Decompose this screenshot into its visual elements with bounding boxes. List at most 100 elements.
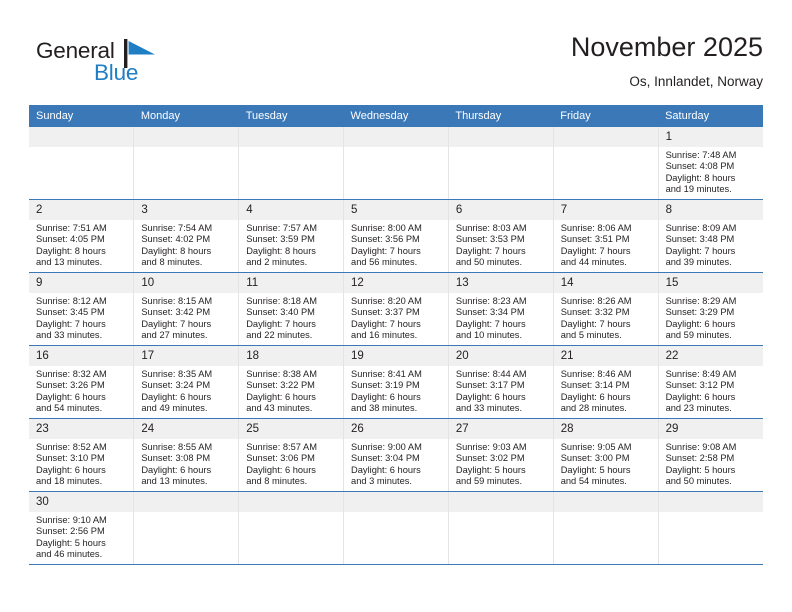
day-details: Sunrise: 8:57 AM Sunset: 3:06 PM Daylight:… bbox=[239, 439, 343, 488]
day-details: Sunrise: 8:35 AM Sunset: 3:24 PM Daylight:… bbox=[134, 366, 238, 415]
day-cell-24[interactable]: 24 Sunrise: 8:55 AM Sunset: 3:08 PM Dayligh… bbox=[133, 418, 239, 492]
day-cell-26[interactable]: 26 Sunrise: 9:00 AM Sunset: 3:04 PM Dayligh… bbox=[343, 418, 449, 492]
day-detail-line: Daylight: 6 hours bbox=[246, 464, 316, 475]
weekday-header-thursday: Thursday bbox=[448, 105, 554, 127]
day-cell-2[interactable]: 2 Sunrise: 7:51 AM Sunset: 4:05 PM Daylight… bbox=[29, 199, 134, 273]
day-detail-line: and 22 minutes. bbox=[246, 330, 313, 341]
day-detail-line: Sunrise: 7:48 AM bbox=[665, 150, 737, 160]
day-details: Sunrise: 8:09 AM Sunset: 3:48 PM Daylight:… bbox=[659, 220, 763, 269]
weekday-header-row: Sunday Monday Tuesday Wednesday Thursday Frid… bbox=[29, 105, 763, 127]
day-details: Sunrise: 8:12 AM Sunset: 3:45 PM Daylight:… bbox=[29, 293, 133, 342]
day-details: Sunrise: 9:00 AM Sunset: 3:04 PM Daylight:… bbox=[344, 439, 448, 488]
day-cell-20[interactable]: 20 Sunrise: 8:44 AM Sunset: 3:17 PM Dayligh… bbox=[447, 345, 554, 419]
day-cell-23[interactable]: 23 Sunrise: 8:52 AM Sunset: 3:10 PM Dayligh… bbox=[29, 418, 134, 492]
day-detail-line: and 3 minutes. bbox=[351, 476, 413, 487]
day-cell-7[interactable]: 7 Sunrise: 8:06 AM Sunset: 3:51 PM Daylight… bbox=[552, 199, 659, 273]
day-details: Sunrise: 8:32 AM Sunset: 3:26 PM Daylight:… bbox=[29, 366, 133, 415]
day-detail-line: and 33 minutes. bbox=[36, 330, 103, 341]
brand-name-blue: Blue bbox=[94, 60, 139, 85]
day-cell-15[interactable]: 15 Sunrise: 8:29 AM Sunset: 3:29 PM Dayligh… bbox=[657, 272, 763, 346]
day-cell-27[interactable]: 27 Sunrise: 9:03 AM Sunset: 3:02 PM Dayligh… bbox=[447, 418, 554, 492]
brand-logo[interactable]: General Blue bbox=[36, 38, 216, 94]
day-cell-28[interactable]: 28 Sunrise: 9:05 AM Sunset: 3:00 PM Dayligh… bbox=[552, 418, 659, 492]
day-cell-6[interactable]: 6 Sunrise: 8:03 AM Sunset: 3:53 PM Daylight… bbox=[447, 199, 554, 273]
day-detail-line: Daylight: 7 hours bbox=[665, 245, 736, 256]
day-cell-4[interactable]: 4 Sunrise: 7:57 AM Sunset: 3:59 PM Daylight… bbox=[238, 199, 344, 273]
calendar-week-row: 30 Sunrise: 9:10 AM Sunset: 2:56 PM Dayligh… bbox=[29, 491, 763, 565]
day-cell-22[interactable]: 22 Sunrise: 8:49 AM Sunset: 3:12 PM Dayligh… bbox=[657, 345, 763, 419]
day-details: Sunrise: 7:51 AM Sunset: 4:05 PM Daylight:… bbox=[29, 220, 133, 269]
day-detail-line: Sunrise: 7:57 AM bbox=[246, 223, 317, 233]
day-detail-line: Daylight: 7 hours bbox=[246, 318, 316, 329]
day-cell-11[interactable]: 11 Sunrise: 8:18 AM Sunset: 3:40 PM Dayligh… bbox=[238, 272, 344, 346]
day-cell-19[interactable]: 19 Sunrise: 8:41 AM Sunset: 3:19 PM Dayligh… bbox=[343, 345, 449, 419]
day-detail-line: Sunset: 4:05 PM bbox=[36, 234, 105, 245]
day-cell-25[interactable]: 25 Sunrise: 8:57 AM Sunset: 3:06 PM Dayligh… bbox=[238, 418, 344, 492]
day-number: 18 bbox=[239, 346, 344, 366]
day-detail-line: Sunrise: 8:49 AM bbox=[665, 369, 737, 379]
day-cell-16[interactable]: 16 Sunrise: 8:32 AM Sunset: 3:26 PM Dayligh… bbox=[29, 345, 134, 419]
day-details: Sunrise: 8:06 AM Sunset: 3:51 PM Daylight:… bbox=[554, 220, 658, 269]
day-detail-line: Daylight: 6 hours bbox=[560, 391, 631, 402]
day-cell-empty bbox=[238, 127, 344, 200]
day-details: Sunrise: 8:20 AM Sunset: 3:37 PM Daylight:… bbox=[344, 293, 448, 342]
day-number: 4 bbox=[239, 200, 344, 220]
day-cell-5[interactable]: 5 Sunrise: 8:00 AM Sunset: 3:56 PM Daylight… bbox=[343, 199, 449, 273]
day-cell-3[interactable]: 3 Sunrise: 7:54 AM Sunset: 4:02 PM Daylight… bbox=[133, 199, 239, 273]
day-details: Sunrise: 8:52 AM Sunset: 3:10 PM Daylight:… bbox=[29, 439, 133, 488]
day-number: 19 bbox=[344, 346, 448, 366]
day-detail-line: Sunrise: 8:18 AM bbox=[246, 296, 317, 306]
day-cell-empty bbox=[238, 491, 344, 565]
day-cell-1[interactable]: 1 Sunrise: 7:48 AM Sunset: 4:08 PM Daylight… bbox=[657, 127, 763, 200]
day-detail-line: Sunrise: 8:06 AM bbox=[560, 223, 632, 233]
day-details: Sunrise: 8:00 AM Sunset: 3:56 PM Daylight:… bbox=[344, 220, 448, 269]
day-detail-line: and 10 minutes. bbox=[455, 330, 523, 341]
day-detail-line: Sunset: 3:00 PM bbox=[560, 453, 630, 464]
day-details: Sunrise: 7:48 AM Sunset: 4:08 PM Daylight:… bbox=[659, 147, 763, 196]
day-detail-line: Sunset: 3:24 PM bbox=[141, 380, 211, 391]
day-detail-line: and 54 minutes. bbox=[36, 403, 103, 414]
day-cell-13[interactable]: 13 Sunrise: 8:23 AM Sunset: 3:34 PM Dayligh… bbox=[447, 272, 554, 346]
day-cell-30[interactable]: 30 Sunrise: 9:10 AM Sunset: 2:56 PM Dayligh… bbox=[29, 491, 134, 565]
day-details: Sunrise: 8:23 AM Sunset: 3:34 PM Daylight:… bbox=[449, 293, 553, 342]
day-cell-14[interactable]: 14 Sunrise: 8:26 AM Sunset: 3:32 PM Dayligh… bbox=[552, 272, 659, 346]
day-details: Sunrise: 8:18 AM Sunset: 3:40 PM Daylight:… bbox=[239, 293, 343, 342]
day-cell-empty bbox=[133, 127, 239, 200]
day-cell-10[interactable]: 10 Sunrise: 8:15 AM Sunset: 3:42 PM Dayligh… bbox=[133, 272, 239, 346]
sunrise-sunset-calendar: Sunday Monday Tuesday Wednesday Thursday Frid… bbox=[29, 105, 763, 565]
day-detail-line: and 50 minutes. bbox=[455, 257, 523, 268]
day-detail-line: Sunrise: 8:55 AM bbox=[141, 442, 213, 452]
day-details: Sunrise: 8:44 AM Sunset: 3:17 PM Daylight:… bbox=[449, 366, 553, 415]
day-detail-line: Daylight: 6 hours bbox=[36, 391, 106, 402]
day-cell-12[interactable]: 12 Sunrise: 8:20 AM Sunset: 3:37 PM Dayligh… bbox=[343, 272, 449, 346]
day-cell-29[interactable]: 29 Sunrise: 9:08 AM Sunset: 2:58 PM Dayligh… bbox=[657, 418, 763, 492]
day-detail-line: Sunset: 3:14 PM bbox=[560, 380, 630, 391]
day-detail-line: Daylight: 6 hours bbox=[351, 391, 421, 402]
day-detail-line: Sunrise: 8:12 AM bbox=[36, 296, 107, 306]
day-cell-18[interactable]: 18 Sunrise: 8:38 AM Sunset: 3:22 PM Dayligh… bbox=[238, 345, 344, 419]
page-title: November 2025 bbox=[570, 32, 763, 62]
day-cell-17[interactable]: 17 Sunrise: 8:35 AM Sunset: 3:24 PM Dayligh… bbox=[133, 345, 239, 419]
day-cell-empty bbox=[29, 127, 134, 200]
day-detail-line: Daylight: 7 hours bbox=[36, 318, 106, 329]
day-number bbox=[448, 127, 553, 147]
day-detail-line: Sunrise: 8:03 AM bbox=[455, 223, 527, 233]
day-detail-line: and 33 minutes. bbox=[455, 403, 523, 414]
day-detail-line: and 5 minutes. bbox=[560, 330, 622, 341]
calendar-week-row: 9 Sunrise: 8:12 AM Sunset: 3:45 PM Daylight… bbox=[29, 272, 763, 346]
day-details: Sunrise: 9:05 AM Sunset: 3:00 PM Daylight:… bbox=[554, 439, 658, 488]
day-number: 21 bbox=[553, 346, 658, 366]
day-detail-line: Daylight: 7 hours bbox=[455, 318, 526, 329]
day-detail-line: Daylight: 6 hours bbox=[246, 391, 316, 402]
day-detail-line: Sunset: 3:04 PM bbox=[351, 453, 420, 464]
calendar-body: 1 Sunrise: 7:48 AM Sunset: 4:08 PM Daylight… bbox=[29, 127, 763, 565]
day-cell-9[interactable]: 9 Sunrise: 8:12 AM Sunset: 3:45 PM Daylight… bbox=[29, 272, 134, 346]
day-cell-21[interactable]: 21 Sunrise: 8:46 AM Sunset: 3:14 PM Dayligh… bbox=[552, 345, 659, 419]
day-detail-line: and 43 minutes. bbox=[246, 403, 313, 414]
day-detail-line: Daylight: 5 hours bbox=[560, 464, 631, 475]
day-number bbox=[134, 492, 239, 512]
day-detail-line: and 54 minutes. bbox=[560, 476, 627, 487]
day-cell-8[interactable]: 8 Sunrise: 8:09 AM Sunset: 3:48 PM Daylight… bbox=[657, 199, 763, 273]
calendar-header-row: Sunday Monday Tuesday Wednesday Thursday Frid… bbox=[29, 105, 763, 127]
day-detail-line: and 27 minutes. bbox=[141, 330, 208, 341]
